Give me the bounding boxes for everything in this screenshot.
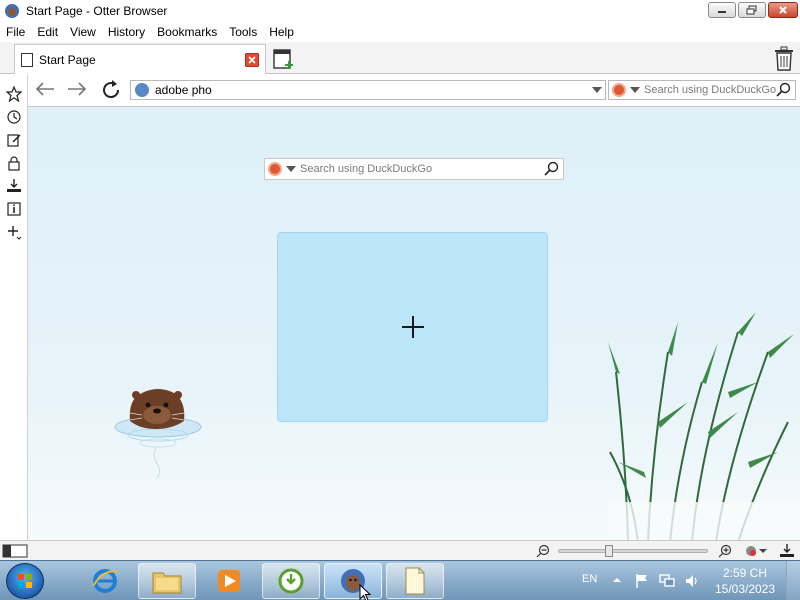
search-icon[interactable] bbox=[776, 82, 792, 98]
show-hidden-icons-icon[interactable] bbox=[612, 575, 622, 585]
add-panel-icon bbox=[8, 226, 22, 240]
menu-bookmarks[interactable]: Bookmarks bbox=[151, 22, 223, 42]
reeds-illustration bbox=[608, 312, 800, 540]
navigation-toolbar: adobe pho Search using DuckDuckGo bbox=[28, 74, 800, 106]
download-manager-icon bbox=[278, 568, 304, 594]
reload-button[interactable] bbox=[98, 78, 124, 102]
taskbar: EN 2:59 CH 15/03/2023 bbox=[0, 560, 800, 600]
search-engine-dropdown-icon[interactable] bbox=[630, 87, 640, 93]
reload-icon bbox=[103, 80, 120, 99]
toolbar-search-placeholder: Search using DuckDuckGo bbox=[644, 84, 776, 96]
start-page-search-field[interactable]: Search using DuckDuckGo bbox=[264, 158, 564, 180]
volume-icon[interactable] bbox=[684, 573, 700, 589]
taskbar-clock[interactable]: 2:59 CH 15/03/2023 bbox=[706, 565, 784, 597]
start-page-content: Search using DuckDuckGo bbox=[28, 106, 800, 540]
history-icon bbox=[7, 110, 21, 124]
search-icon[interactable] bbox=[544, 161, 560, 177]
address-bar[interactable]: adobe pho bbox=[130, 80, 606, 100]
forward-arrow-icon bbox=[68, 82, 87, 96]
menu-view[interactable]: View bbox=[64, 22, 102, 42]
clock-time: 2:59 CH bbox=[722, 566, 768, 580]
close-tab-button[interactable] bbox=[245, 52, 259, 67]
sidebar bbox=[0, 74, 28, 540]
search-engine-dropdown-icon[interactable] bbox=[286, 166, 296, 172]
new-tab-button[interactable] bbox=[272, 46, 296, 70]
zoom-slider[interactable] bbox=[558, 545, 708, 557]
taskbar-download-manager[interactable] bbox=[262, 563, 320, 599]
restore-button[interactable] bbox=[738, 2, 766, 18]
add-speed-dial-tile[interactable] bbox=[277, 232, 548, 422]
page-info-panel-button[interactable] bbox=[4, 199, 24, 219]
tab-label: Start Page bbox=[39, 52, 96, 67]
restore-icon bbox=[746, 5, 757, 15]
page-icon bbox=[21, 52, 33, 67]
transfers-icon[interactable] bbox=[778, 543, 796, 559]
network-icon[interactable] bbox=[658, 573, 676, 589]
address-text: adobe pho bbox=[155, 83, 212, 97]
menu-edit[interactable]: Edit bbox=[31, 22, 64, 42]
otter-site-icon bbox=[135, 83, 149, 97]
toolbar-search-field[interactable]: Search using DuckDuckGo bbox=[608, 80, 796, 100]
mouse-cursor-icon bbox=[359, 584, 371, 600]
taskbar-file-explorer[interactable] bbox=[138, 563, 196, 599]
minimize-icon bbox=[718, 11, 726, 13]
menu-tools[interactable]: Tools bbox=[223, 22, 263, 42]
taskbar-otter-browser[interactable] bbox=[324, 563, 382, 600]
folder-icon bbox=[152, 572, 182, 594]
internet-explorer-icon bbox=[92, 569, 119, 593]
add-panel-button[interactable] bbox=[4, 222, 24, 242]
transfers-icon bbox=[7, 179, 21, 192]
tab-bar: Start Page bbox=[0, 42, 800, 74]
menu-file[interactable]: File bbox=[0, 22, 31, 42]
closed-tabs-trash-icon[interactable] bbox=[772, 46, 796, 72]
menu-history[interactable]: History bbox=[102, 22, 151, 42]
chevron-down-icon bbox=[592, 87, 602, 93]
star-icon bbox=[6, 86, 22, 102]
taskbar-media-player[interactable] bbox=[200, 563, 258, 599]
window-title: Start Page - Otter Browser bbox=[26, 4, 168, 18]
history-panel-button[interactable] bbox=[4, 107, 24, 127]
plus-icon bbox=[401, 316, 424, 338]
password-icon bbox=[8, 156, 20, 171]
transfers-panel-button[interactable] bbox=[4, 176, 24, 196]
passwords-panel-button[interactable] bbox=[4, 153, 24, 173]
action-center-flag-icon[interactable] bbox=[634, 573, 650, 589]
title-bar: Start Page - Otter Browser bbox=[0, 0, 800, 22]
close-window-button[interactable] bbox=[768, 2, 798, 18]
content-blocking-icon[interactable] bbox=[744, 544, 768, 558]
start-button[interactable] bbox=[6, 563, 44, 599]
zoom-slider-handle[interactable] bbox=[605, 545, 613, 557]
toggle-sidebar-icon[interactable] bbox=[2, 544, 28, 558]
address-dropdown-button[interactable] bbox=[589, 81, 605, 99]
forward-button[interactable] bbox=[64, 78, 90, 102]
media-player-icon bbox=[218, 570, 240, 592]
input-language[interactable]: EN bbox=[582, 573, 597, 585]
bookmarks-panel-button[interactable] bbox=[4, 84, 24, 104]
windows-logo-icon bbox=[18, 574, 32, 588]
menu-help[interactable]: Help bbox=[263, 22, 300, 42]
document-icon bbox=[405, 567, 425, 595]
taskbar-notepad[interactable] bbox=[386, 563, 444, 599]
taskbar-internet-explorer[interactable] bbox=[76, 563, 134, 599]
zoom-in-icon[interactable] bbox=[718, 544, 732, 558]
close-icon bbox=[248, 55, 256, 64]
info-icon bbox=[7, 202, 21, 216]
notes-panel-button[interactable] bbox=[4, 130, 24, 150]
tab-start-page[interactable]: Start Page bbox=[14, 44, 266, 74]
otter-illustration bbox=[114, 389, 202, 480]
status-bar bbox=[0, 540, 800, 560]
duckduckgo-icon bbox=[612, 83, 626, 97]
start-page-search-placeholder: Search using DuckDuckGo bbox=[300, 163, 433, 175]
clock-date: 15/03/2023 bbox=[714, 582, 776, 596]
minimize-button[interactable] bbox=[708, 2, 736, 18]
zoom-out-icon[interactable] bbox=[536, 544, 550, 558]
notes-icon bbox=[7, 134, 21, 147]
close-icon bbox=[779, 6, 787, 14]
menu-bar: File Edit View History Bookmarks Tools H… bbox=[0, 22, 800, 42]
duckduckgo-icon bbox=[268, 162, 282, 176]
back-arrow-icon bbox=[35, 82, 54, 96]
show-desktop-button[interactable] bbox=[786, 561, 800, 600]
back-button[interactable] bbox=[32, 78, 58, 102]
otter-browser-icon bbox=[5, 4, 19, 18]
